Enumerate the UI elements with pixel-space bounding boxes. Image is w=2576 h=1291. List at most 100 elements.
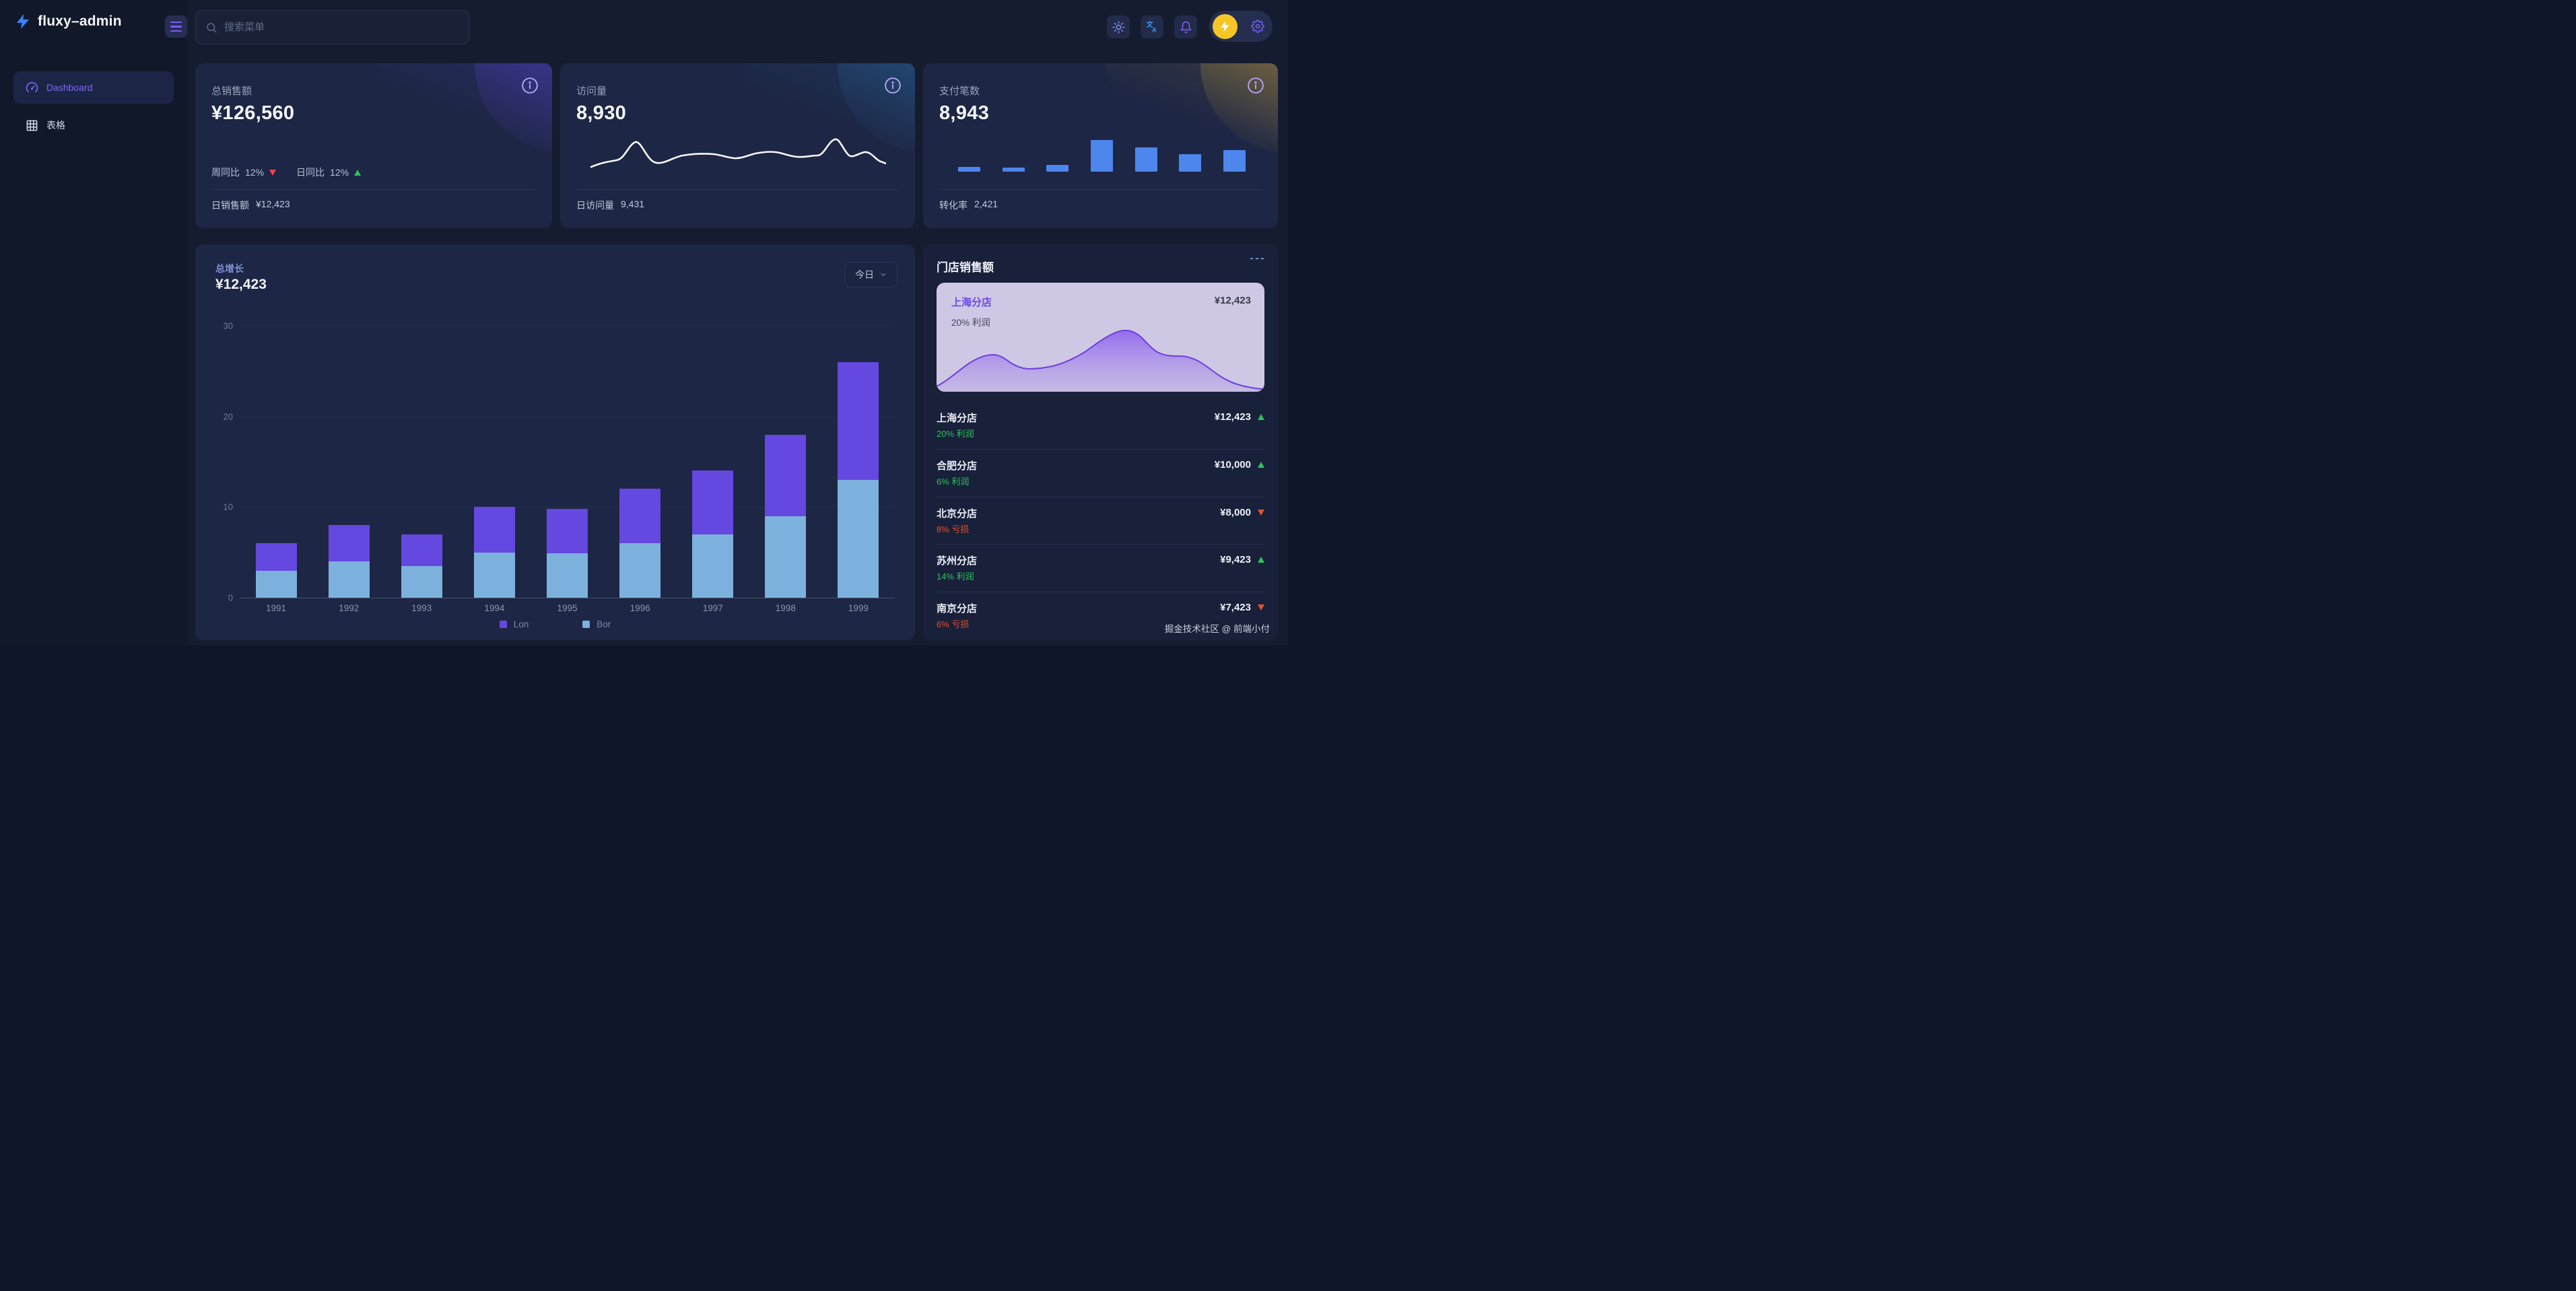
bar-column[interactable]	[749, 326, 822, 598]
mini-bar	[1179, 154, 1201, 172]
legend-item-lon[interactable]: Lon	[500, 619, 529, 629]
sidebar-item-dashboard[interactable]: Dashboard	[13, 71, 174, 104]
x-axis-tick: 1991	[240, 603, 312, 613]
store-name: 苏州分店	[937, 553, 977, 567]
chevron-down-icon	[879, 271, 887, 279]
bar-column[interactable]	[531, 326, 603, 598]
bar-column[interactable]	[458, 326, 531, 598]
date-range-dropdown[interactable]: 今日	[845, 262, 897, 287]
store-sales-panel: 门店销售额 --- 上海分店 ¥12,423 20% 利润 上海分店20% 利润…	[923, 244, 1278, 640]
bar-segment-bor	[401, 566, 442, 598]
bar-segment-bor	[256, 571, 297, 598]
featured-store-card: 上海分店 ¥12,423 20% 利润	[937, 283, 1264, 392]
stat-card-payments: 支付笔数 8,943 转化率 2,421	[923, 63, 1278, 228]
store-row[interactable]: 合肥分店6% 利润¥10,000	[937, 450, 1264, 497]
store-list: 上海分店20% 利润¥12,423合肥分店6% 利润¥10,000北京分店8% …	[937, 402, 1264, 640]
search-box	[195, 10, 469, 44]
trend-up-icon	[1258, 414, 1264, 420]
bar-segment-bor	[474, 553, 515, 598]
stat-card-visits: 访问量 8,930 日访问量 9,431	[560, 63, 915, 228]
x-axis-tick: 1995	[531, 603, 603, 613]
bar-segment-lon	[692, 470, 733, 534]
more-icon[interactable]: ---	[1250, 251, 1266, 265]
featured-store-profit: 20% 利润	[951, 315, 990, 328]
trend-up-icon	[1258, 557, 1264, 563]
store-profit-label: 6% 亏损	[937, 617, 969, 630]
theme-sun-icon	[1112, 21, 1125, 34]
store-value: ¥8,000	[1220, 507, 1251, 518]
store-name: 上海分店	[937, 411, 977, 425]
bar-segment-lon	[256, 543, 297, 570]
bar-segment-bor	[329, 561, 370, 598]
translate-icon: 文 A	[1145, 20, 1159, 34]
bar-segment-lon	[474, 507, 515, 552]
watermark: 掘金技术社区 @ 前端小付	[1165, 621, 1270, 635]
x-axis-tick: 1996	[604, 603, 677, 613]
panel-title: 门店销售额	[937, 258, 994, 275]
trend-up-icon	[1258, 462, 1264, 468]
trend-down-icon	[269, 170, 276, 176]
gear-icon[interactable]	[1251, 20, 1264, 33]
bar-segment-lon	[838, 362, 879, 480]
sidebar-item-label: Dashboard	[46, 82, 93, 93]
mini-bar	[1003, 168, 1025, 172]
divider	[576, 189, 899, 190]
growth-chart-card: 总增长 ¥12,423 今日 3020100 19911992199319941…	[195, 244, 915, 640]
bar-segment-bor	[765, 516, 806, 598]
sidebar-item-table[interactable]: 表格	[13, 109, 174, 141]
language-button[interactable]: 文 A	[1141, 15, 1163, 38]
bar-column[interactable]	[822, 326, 895, 598]
store-row[interactable]: 北京分店8% 亏损¥8,000	[937, 497, 1264, 545]
legend-label: Lon	[514, 619, 529, 629]
theme-toggle-button[interactable]	[1107, 15, 1130, 38]
store-row[interactable]: 苏州分店14% 利润¥9,423	[937, 545, 1264, 592]
growth-title: 总增长	[215, 262, 244, 275]
notifications-button[interactable]	[1174, 15, 1197, 38]
info-icon[interactable]	[884, 77, 902, 94]
search-input[interactable]	[224, 22, 459, 33]
growth-legend: Lon Bor	[195, 619, 915, 629]
brand-logo: fluxy–admin	[15, 13, 122, 30]
menu-toggle-button[interactable]	[165, 15, 187, 38]
user-menu[interactable]	[1209, 11, 1273, 42]
bar-segment-bor	[838, 480, 879, 598]
legend-label: Bor	[597, 619, 611, 629]
divider	[939, 189, 1262, 190]
search-icon	[205, 22, 217, 34]
footer-value: 2,421	[974, 199, 998, 212]
stat-value: 8,943	[939, 102, 989, 125]
bar-segment-bor	[547, 553, 588, 598]
bar-column[interactable]	[604, 326, 677, 598]
y-axis-tick: 0	[213, 593, 233, 603]
legend-item-bor[interactable]: Bor	[582, 619, 611, 629]
bar-column[interactable]	[677, 326, 749, 598]
bell-icon	[1180, 21, 1192, 34]
dashboard-gauge-icon	[26, 81, 38, 94]
decor-circle	[1200, 63, 1278, 152]
store-row[interactable]: 上海分店20% 利润¥12,423	[937, 402, 1264, 450]
logo-bolt-icon	[15, 13, 31, 30]
stat-value: 8,930	[576, 102, 626, 125]
bar-column[interactable]	[312, 326, 385, 598]
stat-value: ¥126,560	[211, 102, 294, 125]
stat-label: 支付笔数	[939, 83, 980, 98]
brand-name: fluxy–admin	[38, 13, 122, 30]
trend-down-icon	[1258, 510, 1264, 516]
avatar-bolt-icon	[1219, 21, 1231, 32]
trend-up-icon	[354, 170, 361, 176]
bar-column[interactable]	[385, 326, 458, 598]
x-axis-tick: 1992	[312, 603, 385, 613]
info-icon[interactable]	[521, 77, 539, 94]
store-value: ¥12,423	[1215, 411, 1251, 423]
info-icon[interactable]	[1247, 77, 1264, 94]
x-axis-tick: 1994	[458, 603, 531, 613]
bar-segment-lon	[765, 435, 806, 516]
footer-label: 日销售额	[211, 199, 249, 212]
growth-value: ¥12,423	[215, 277, 267, 293]
table-grid-icon	[26, 119, 38, 132]
bar-segment-bor	[692, 534, 733, 598]
bar-column[interactable]	[240, 326, 312, 598]
legend-swatch	[500, 621, 507, 628]
bar-segment-bor	[619, 543, 660, 598]
dashboard-page: fluxy–admin Dashboard 表格	[0, 0, 1288, 646]
